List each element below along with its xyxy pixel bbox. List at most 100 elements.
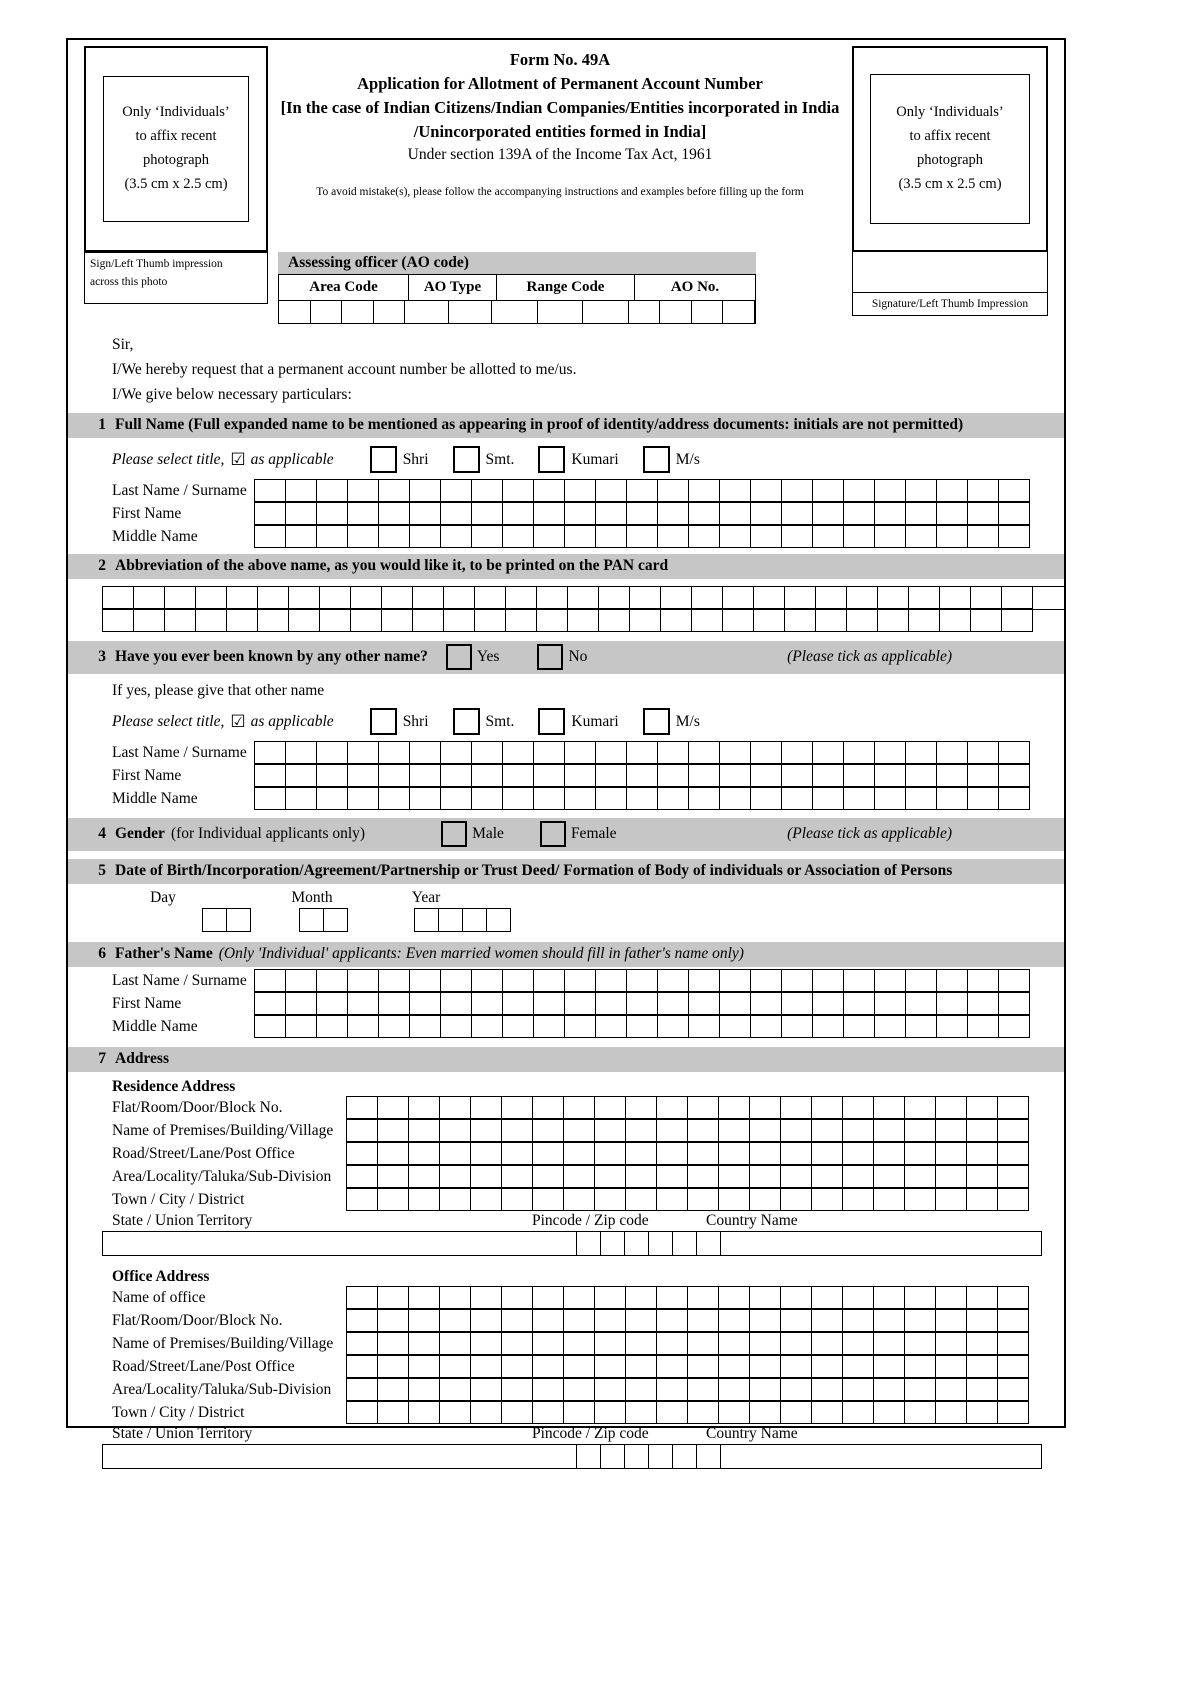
grid-cell[interactable] [657, 1287, 688, 1310]
name-input-grid[interactable] [254, 741, 1030, 765]
grid-cell[interactable] [813, 503, 844, 526]
grid-cell[interactable] [565, 1016, 596, 1039]
grid-cell[interactable] [905, 1379, 936, 1402]
grid-cell[interactable] [347, 1189, 378, 1212]
grid-cell[interactable] [720, 970, 751, 993]
grid-cell[interactable] [440, 1097, 471, 1120]
grid-cell[interactable] [844, 765, 875, 788]
grid-cell[interactable] [348, 1016, 379, 1039]
grid-cell[interactable] [874, 1287, 905, 1310]
grid-cell[interactable] [750, 1356, 781, 1379]
grid-cell[interactable] [720, 765, 751, 788]
dob-cell[interactable] [463, 909, 487, 933]
grid-cell[interactable] [782, 742, 813, 765]
grid-cell[interactable] [440, 1143, 471, 1166]
grid-cell[interactable] [937, 742, 968, 765]
grid-cell[interactable] [998, 1333, 1029, 1356]
grid-cell[interactable] [410, 1016, 441, 1039]
residence-input-grid[interactable] [346, 1119, 1029, 1143]
grid-cell[interactable] [751, 503, 782, 526]
grid-cell[interactable] [409, 1402, 440, 1425]
grid-cell[interactable] [472, 788, 503, 811]
grid-cell[interactable] [568, 610, 599, 633]
grid-cell[interactable] [844, 526, 875, 549]
grid-cell[interactable] [596, 765, 627, 788]
grid-cell[interactable] [782, 503, 813, 526]
grid-cell[interactable] [661, 610, 692, 633]
grid-cell[interactable] [781, 1189, 812, 1212]
grid-cell[interactable] [537, 587, 568, 610]
signature-box-right[interactable]: Signature/Left Thumb Impression [852, 250, 1048, 316]
grid-cell[interactable] [255, 480, 286, 503]
grid-cell[interactable] [751, 970, 782, 993]
grid-cell[interactable] [441, 480, 472, 503]
grid-cell[interactable] [410, 788, 441, 811]
grid-cell[interactable] [874, 1120, 905, 1143]
grid-cell[interactable] [874, 1310, 905, 1333]
grid-cell[interactable] [564, 1379, 595, 1402]
grid-cell[interactable] [472, 1016, 503, 1039]
grid-cell[interactable] [227, 610, 258, 633]
grid-cell[interactable] [409, 1120, 440, 1143]
grid-cell[interactable] [750, 1287, 781, 1310]
grid-cell[interactable] [564, 1166, 595, 1189]
pincode-cell[interactable] [577, 1445, 601, 1469]
grid-cell[interactable] [534, 742, 565, 765]
grid-cell[interactable] [475, 587, 506, 610]
grid-cell[interactable] [379, 526, 410, 549]
grid-cell[interactable] [936, 1166, 967, 1189]
grid-cell[interactable] [657, 1310, 688, 1333]
grid-cell[interactable] [906, 993, 937, 1016]
grid-cell[interactable] [351, 587, 382, 610]
grid-cell[interactable] [658, 993, 689, 1016]
grid-cell[interactable] [874, 1379, 905, 1402]
grid-cell[interactable] [720, 788, 751, 811]
grid-cell[interactable] [565, 503, 596, 526]
grid-cell[interactable] [503, 765, 534, 788]
grid-cell[interactable] [844, 742, 875, 765]
grid-cell[interactable] [751, 788, 782, 811]
grid-cell[interactable] [441, 993, 472, 1016]
grid-cell[interactable] [471, 1379, 502, 1402]
grid-cell[interactable] [379, 503, 410, 526]
grid-cell[interactable] [379, 742, 410, 765]
grid-cell[interactable] [936, 1333, 967, 1356]
grid-cell[interactable] [475, 610, 506, 633]
grid-cell[interactable] [626, 1379, 657, 1402]
grid-cell[interactable] [967, 1310, 998, 1333]
grid-cell[interactable] [751, 765, 782, 788]
grid-cell[interactable] [813, 1016, 844, 1039]
grid-cell[interactable] [998, 1189, 1029, 1212]
grid-cell[interactable] [410, 970, 441, 993]
grid-cell[interactable] [503, 788, 534, 811]
grid-cell[interactable] [534, 993, 565, 1016]
grid-cell[interactable] [472, 503, 503, 526]
grid-cell[interactable] [564, 1287, 595, 1310]
grid-cell[interactable] [289, 610, 320, 633]
grid-cell[interactable] [596, 503, 627, 526]
office-input-grid[interactable] [346, 1286, 1029, 1310]
grid-cell[interactable] [812, 1379, 843, 1402]
grid-cell[interactable] [289, 587, 320, 610]
grid-cell[interactable] [812, 1356, 843, 1379]
other-name-checkbox-yes[interactable] [445, 644, 472, 671]
grid-cell[interactable] [471, 1333, 502, 1356]
ao-cell[interactable] [538, 301, 584, 323]
grid-cell[interactable] [999, 480, 1030, 503]
grid-cell[interactable] [657, 1143, 688, 1166]
grid-cell[interactable] [906, 765, 937, 788]
grid-cell[interactable] [844, 788, 875, 811]
grid-cell[interactable] [440, 1120, 471, 1143]
grid-cell[interactable] [196, 587, 227, 610]
grid-cell[interactable] [595, 1097, 626, 1120]
grid-cell[interactable] [347, 1402, 378, 1425]
grid-cell[interactable] [720, 993, 751, 1016]
grid-cell[interactable] [812, 1189, 843, 1212]
ao-cell[interactable] [583, 301, 629, 323]
grid-cell[interactable] [878, 587, 909, 610]
grid-cell[interactable] [103, 587, 134, 610]
grid-cell[interactable] [379, 480, 410, 503]
grid-cell[interactable] [627, 503, 658, 526]
grid-cell[interactable] [816, 610, 847, 633]
grid-cell[interactable] [379, 1016, 410, 1039]
